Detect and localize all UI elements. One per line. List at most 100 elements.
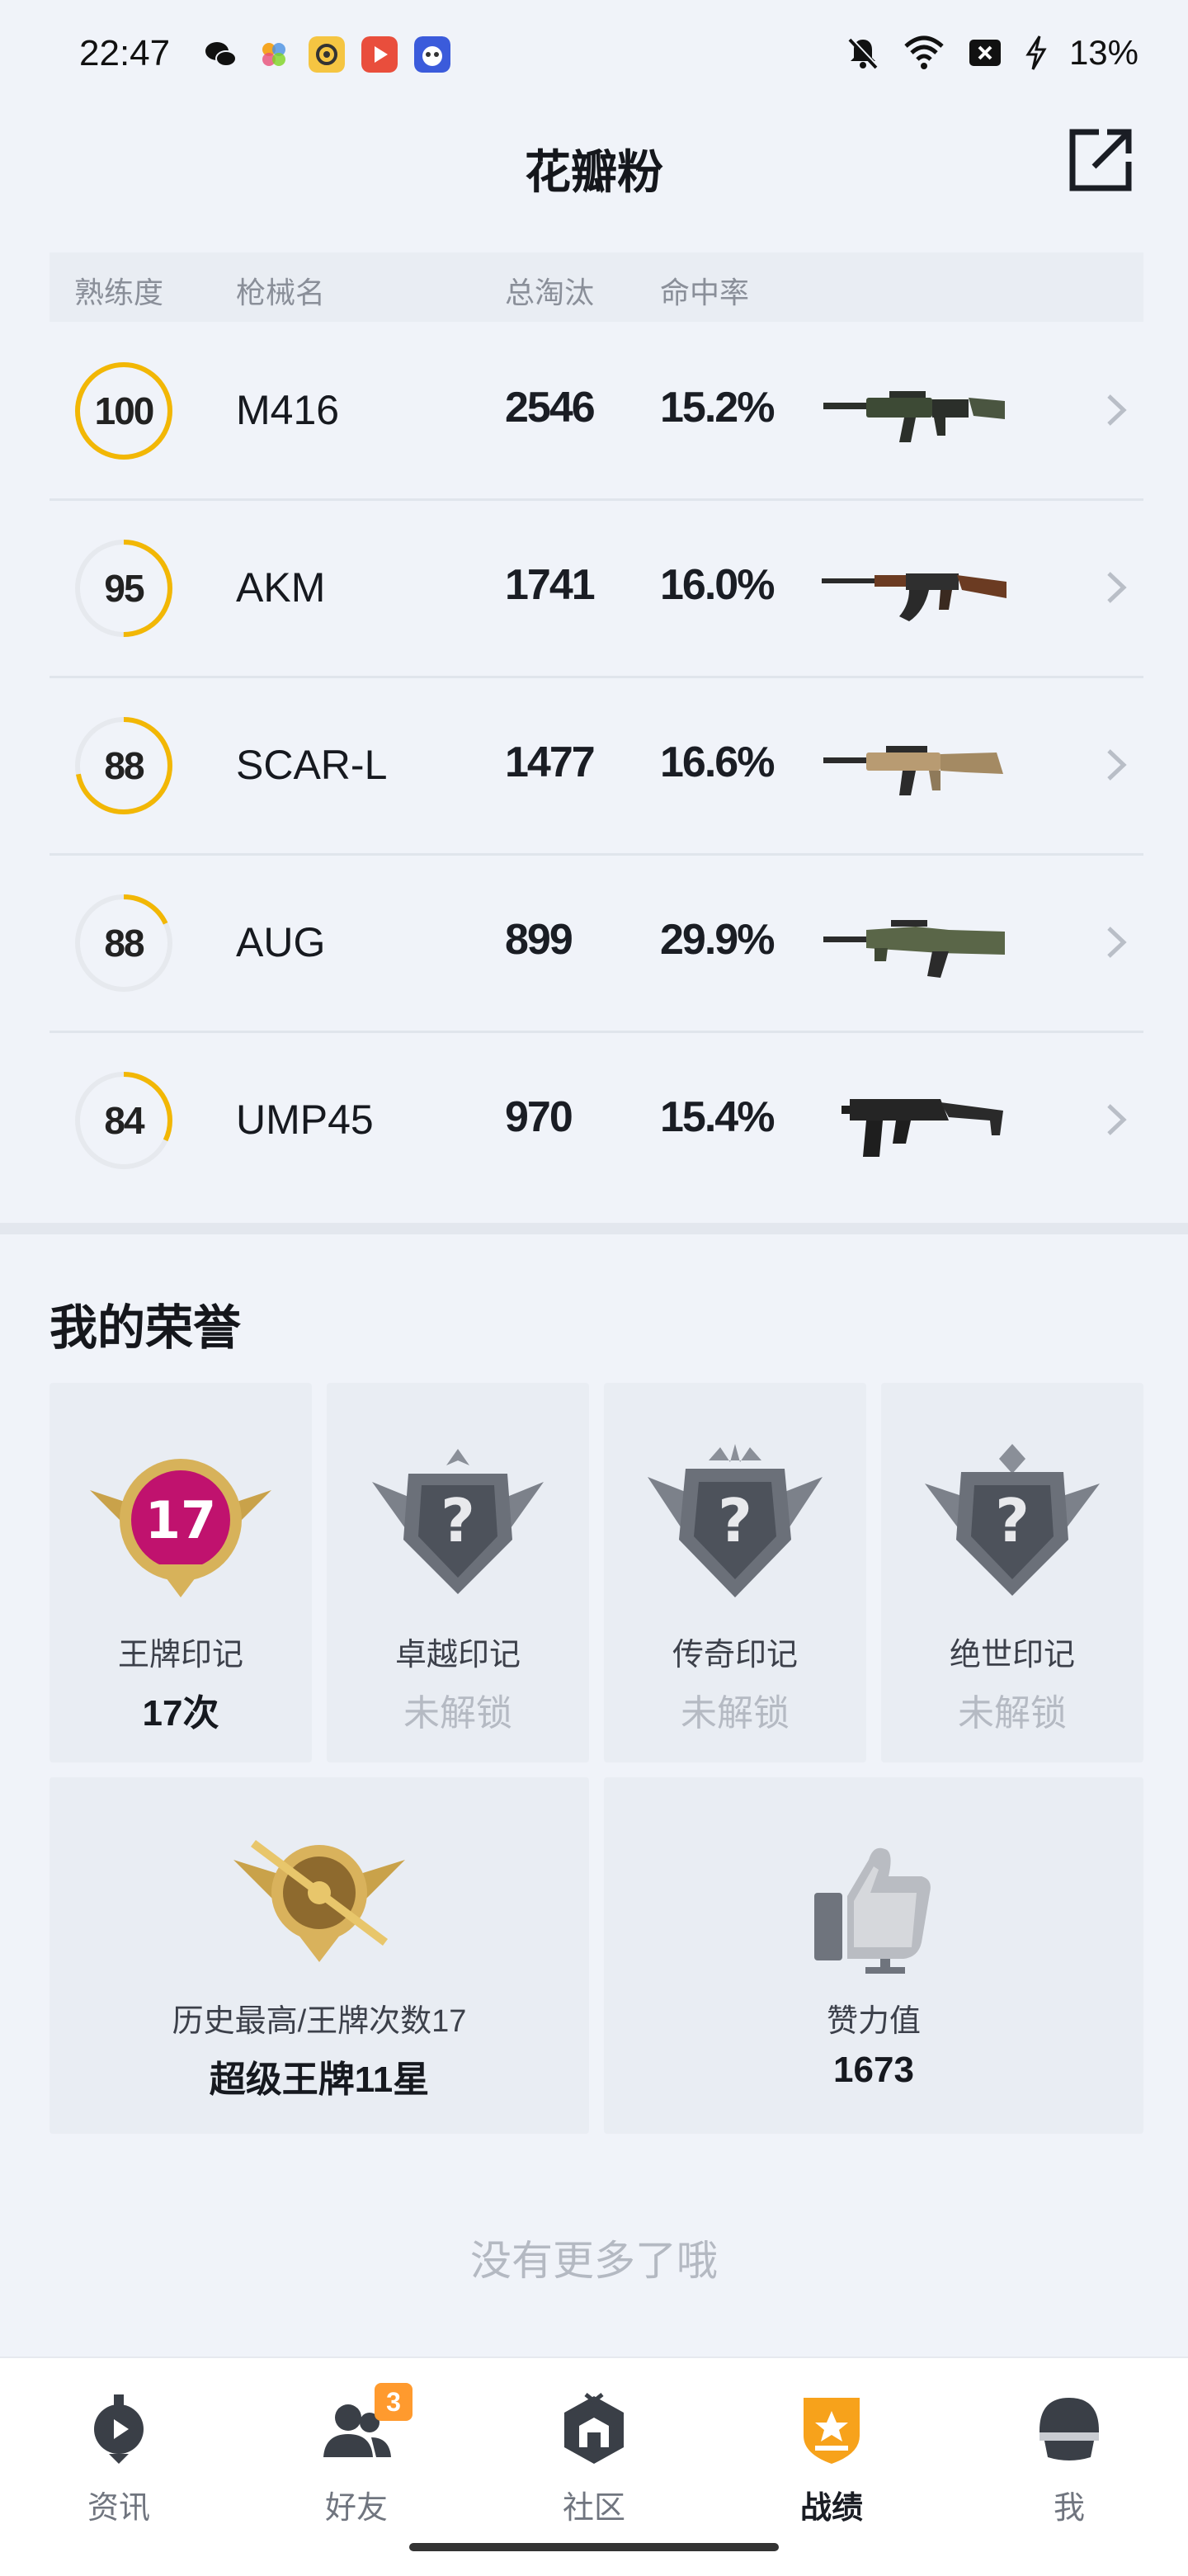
- chevron-right-icon: [1107, 1104, 1127, 1135]
- honor-card-peerless[interactable]: ? 绝世印记 未解锁: [881, 1383, 1143, 1762]
- friends-notification-badge: 3: [375, 2383, 412, 2421]
- scar-rifle-icon: [823, 746, 1003, 795]
- honor-name: 传奇印记: [672, 1638, 798, 1673]
- tab-label: 好友: [324, 2491, 388, 2526]
- stats-icon: [804, 2398, 860, 2464]
- aug-rifle-icon: [823, 920, 1005, 978]
- highest-tier-value: 超级王牌11星: [209, 2059, 430, 2100]
- honor-name: 王牌印记: [117, 1638, 243, 1673]
- honor-value: 未解锁: [958, 1693, 1067, 1734]
- profile-icon: [1040, 2398, 1099, 2460]
- m416-rifle-icon: [823, 391, 1005, 442]
- weapon-eliminations: 1741: [505, 561, 596, 609]
- locked-seal-badge-icon: ?: [372, 1449, 544, 1594]
- status-bar: 22:47 13%: [0, 0, 1188, 91]
- proficiency-level: 88: [104, 744, 144, 787]
- svg-text:?: ?: [718, 1486, 752, 1555]
- battery-percent: 13%: [1068, 33, 1138, 72]
- weapon-hit-rate: 16.0%: [660, 561, 775, 609]
- page-title: 花瓣粉: [525, 146, 663, 198]
- weapon-list: 100 M416 2546 15.2% 95 AKM 1741 16.0% 88…: [50, 323, 1143, 1208]
- weapon-eliminations: 1477: [505, 738, 596, 786]
- game-app-icon: [414, 36, 450, 73]
- weapon-row[interactable]: 100 M416 2546 15.2%: [50, 323, 1143, 501]
- weapon-name: AUG: [236, 919, 326, 965]
- weapon-hit-rate: 15.2%: [660, 384, 775, 432]
- honor-card-likes[interactable]: 赞力值 1673: [604, 1777, 1143, 2134]
- chevron-right-icon: [1107, 749, 1127, 781]
- weapon-hit-rate: 15.4%: [660, 1093, 775, 1141]
- column-eliminations: 总淘汰: [505, 276, 595, 309]
- locked-seal-badge-icon: ?: [925, 1444, 1100, 1596]
- share-icon[interactable]: [1066, 125, 1135, 195]
- proficiency-level: 84: [104, 1099, 144, 1142]
- video-app-icon: [361, 36, 398, 73]
- weapon-hit-rate: 29.9%: [660, 916, 775, 964]
- weapon-row[interactable]: 88 SCAR-L 1477 16.6%: [50, 678, 1143, 856]
- tab-profile[interactable]: 我: [987, 2383, 1152, 2526]
- end-of-list-text: 没有更多了哦: [470, 2238, 718, 2284]
- weapon-name: AKM: [236, 564, 326, 611]
- akm-rifle-icon: [822, 573, 1006, 621]
- weapon-name: M416: [236, 387, 340, 433]
- honors-title: 我的荣誉: [50, 1301, 242, 1355]
- chevron-right-icon: [1107, 927, 1127, 958]
- section-divider: [0, 1223, 1188, 1234]
- weapon-table-header: 熟练度 枪械名 总淘汰 命中率: [50, 252, 1143, 322]
- column-hit-rate: 命中率: [660, 276, 750, 309]
- ace-seal-number: 17: [145, 1490, 216, 1550]
- status-time: 22:47: [79, 33, 171, 73]
- svg-text:?: ?: [995, 1486, 1030, 1555]
- photos-icon: [262, 43, 285, 66]
- weapon-row[interactable]: 95 AKM 1741 16.0%: [50, 501, 1143, 678]
- chevron-right-icon: [1107, 394, 1127, 426]
- column-weapon-name: 枪械名: [236, 276, 326, 309]
- honor-card-highest-tier[interactable]: 历史最高/王牌次数17 超级王牌11星: [50, 1777, 589, 2134]
- honor-value: 未解锁: [403, 1693, 512, 1734]
- likes-value: 1673: [833, 2050, 914, 2090]
- weapon-eliminations: 899: [505, 916, 573, 964]
- page-header: 花瓣粉: [0, 116, 1188, 215]
- proficiency-level: 100: [94, 389, 155, 432]
- proficiency-level: 95: [104, 567, 144, 610]
- honor-card-legend[interactable]: ? 传奇印记 未解锁: [604, 1383, 866, 1762]
- charging-icon: [1025, 35, 1047, 70]
- wechat-icon: [205, 42, 237, 67]
- status-app-icons: [203, 36, 450, 73]
- honor-card-ace[interactable]: 17 王牌印记 17次: [50, 1383, 312, 1762]
- weapon-eliminations: 2546: [505, 384, 596, 432]
- weapon-row[interactable]: 84 UMP45 970 15.4%: [50, 1033, 1143, 1208]
- honor-value: 17次: [142, 1693, 219, 1734]
- weapon-eliminations: 970: [505, 1093, 573, 1141]
- likes-label: 赞力值: [826, 2004, 921, 2039]
- home-indicator[interactable]: [409, 2543, 779, 2551]
- weapon-row[interactable]: 88 AUG 899 29.9%: [50, 856, 1143, 1033]
- weapon-name: SCAR-L: [236, 742, 388, 788]
- tab-friends[interactable]: 3 好友: [274, 2383, 439, 2526]
- tab-label: 社区: [562, 2491, 625, 2526]
- honor-card-excellence[interactable]: ? 卓越印记 未解锁: [327, 1383, 589, 1762]
- conqueror-tier-badge-icon: [233, 1840, 405, 1962]
- yellow-app-icon: [309, 36, 345, 73]
- honor-name: 绝世印记: [949, 1638, 1075, 1673]
- honor-name: 卓越印记: [394, 1638, 521, 1673]
- wifi-icon: [904, 35, 944, 69]
- community-icon: [564, 2393, 624, 2464]
- honor-value: 未解锁: [681, 1693, 790, 1734]
- ump-smg-icon: [842, 1099, 1003, 1157]
- tab-label: 战绩: [799, 2491, 863, 2526]
- news-icon: [94, 2394, 144, 2464]
- highest-tier-label: 历史最高/王牌次数17: [172, 2004, 467, 2039]
- thumbs-up-icon: [814, 1847, 931, 1974]
- tab-community[interactable]: 社区: [512, 2383, 676, 2526]
- ace-seal-badge-icon: 17: [90, 1459, 271, 1597]
- proficiency-level: 88: [104, 922, 144, 965]
- tab-stats[interactable]: 战绩: [749, 2383, 914, 2526]
- mute-bell-icon: [848, 37, 879, 69]
- tab-news[interactable]: 资讯: [36, 2383, 201, 2526]
- weapon-hit-rate: 16.6%: [660, 738, 775, 786]
- tab-label: 资讯: [87, 2491, 150, 2526]
- locked-seal-badge-icon: ?: [648, 1444, 823, 1597]
- tab-label: 我: [1053, 2491, 1085, 2526]
- svg-text:?: ?: [441, 1486, 475, 1555]
